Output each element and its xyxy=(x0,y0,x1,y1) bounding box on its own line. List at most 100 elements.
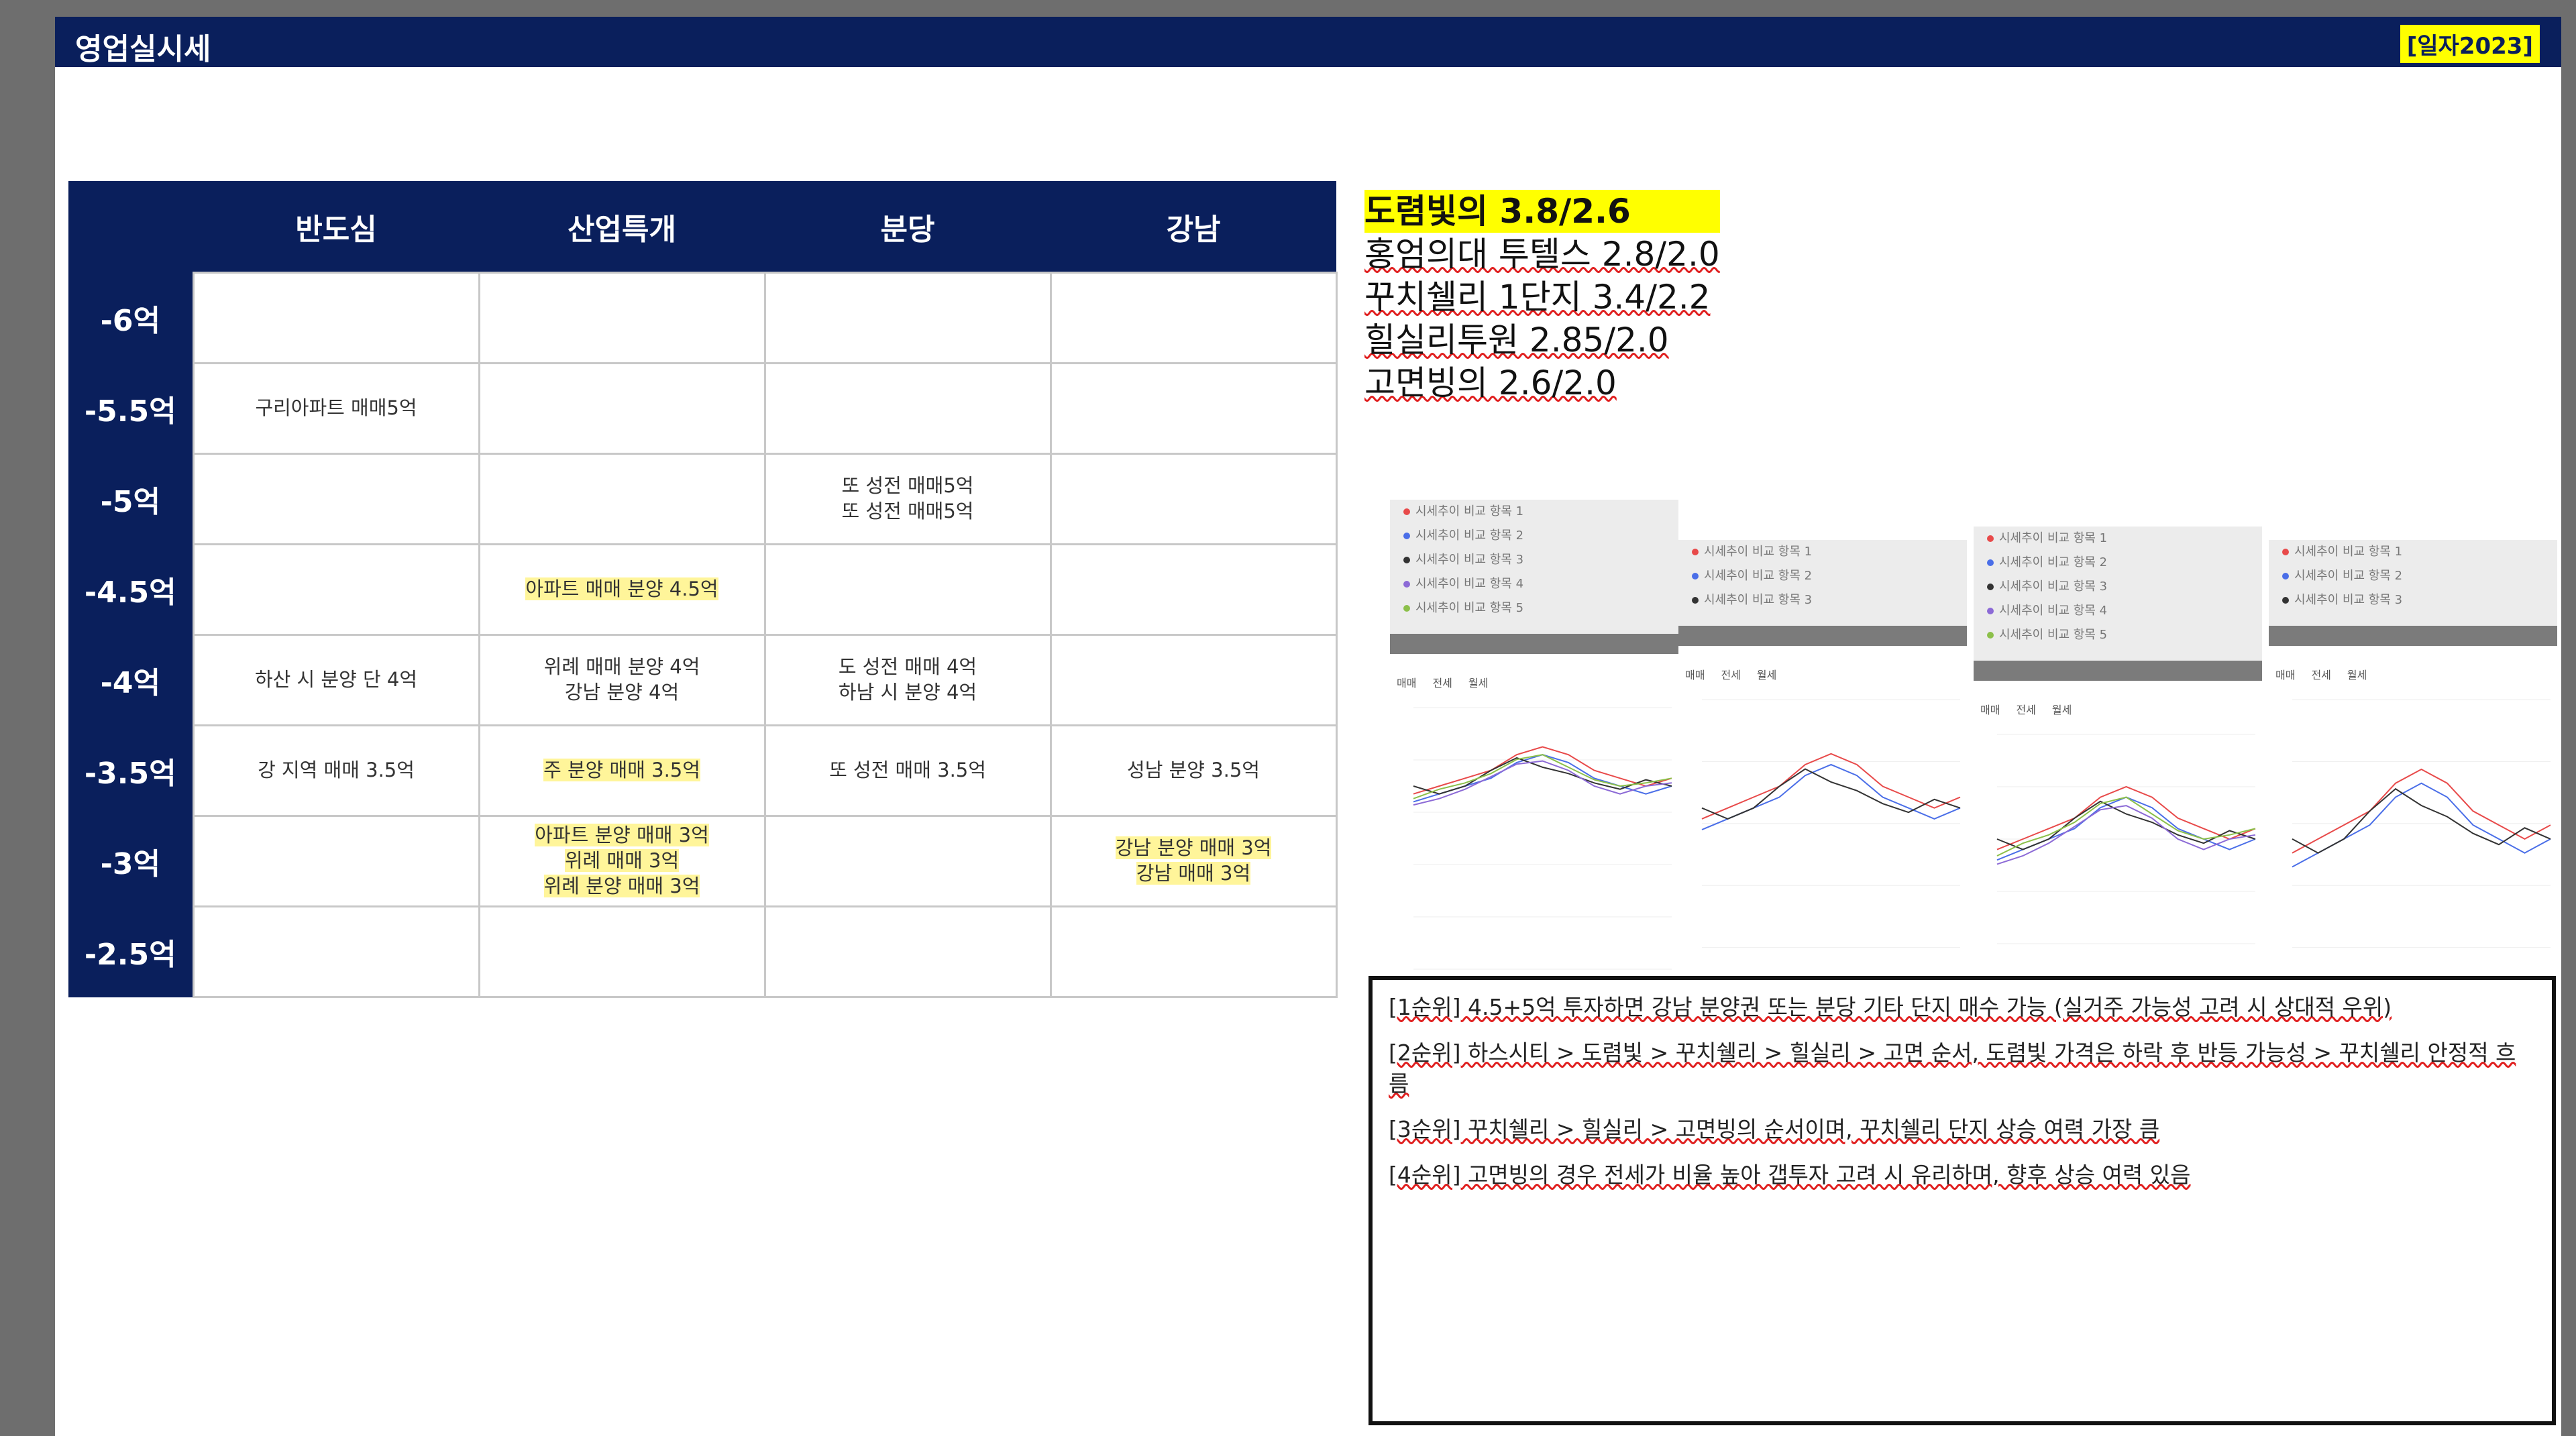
row-header: -4억 xyxy=(68,634,193,726)
legend-dot-icon xyxy=(1403,557,1410,563)
note-line: 도렴빛의 3.8/2.6 xyxy=(1364,190,1720,233)
grid-cell[interactable]: 강 지역 매매 3.5억 xyxy=(192,724,480,817)
grid-cell[interactable] xyxy=(478,272,766,364)
chart-tab[interactable]: 전세 xyxy=(1721,669,1740,681)
grid-cell[interactable] xyxy=(1049,453,1338,545)
chart-tab[interactable]: 전세 xyxy=(1432,677,1452,689)
chart-legend: 시세추이 비교 항목 1 시세추이 비교 항목 2 시세추이 비교 항목 3 시세추이… xyxy=(1390,500,1678,634)
legend-label: 시세추이 비교 항목 2 xyxy=(1704,569,1813,583)
grid-row: -3.5억 강 지역 매매 3.5억 주 분양 매매 3.5억 또 성전 매매 3.5… xyxy=(68,724,1338,817)
analysis-textbox[interactable]: [1순위] 4.5+5억 투자하면 강남 분양권 또는 분당 기타 단지 매수 … xyxy=(1368,976,2556,1425)
analysis-paragraph: [3순위] 꾸치쉘리 > 힐실리 > 고면빙의 순서이며, 꾸치쉘리 단지 상승… xyxy=(1389,1116,2160,1142)
row-header: -3억 xyxy=(68,816,193,907)
search-bar[interactable] xyxy=(1974,661,2262,681)
note-line: 고면빙의 2.6/2.0 xyxy=(1364,364,1617,402)
grid-cell[interactable]: 구리아파트 매매5억 xyxy=(192,362,480,455)
chart-tab[interactable]: 전세 xyxy=(2311,669,2330,681)
grid-cell[interactable] xyxy=(763,272,1052,364)
legend-dot-icon xyxy=(1403,508,1410,515)
series-line xyxy=(1701,763,1961,830)
chart-tab[interactable]: 전세 xyxy=(2016,704,2035,716)
grid-row: -2.5억 xyxy=(68,905,1338,998)
chart-tab[interactable]: 월세 xyxy=(2347,669,2367,681)
legend-label: 시세추이 비교 항목 2 xyxy=(1415,529,1524,543)
grid-cell[interactable] xyxy=(763,543,1052,636)
grid-cell[interactable]: 주 분양 매매 3.5억 xyxy=(478,724,766,817)
chart-panel: 시세추이 비교 항목 1 시세추이 비교 항목 2 시세추이 비교 항목 3 매매 전세… xyxy=(1678,540,1967,1036)
legend-dot-icon xyxy=(1987,608,1994,614)
series-line xyxy=(1413,754,1672,803)
grid-cell[interactable] xyxy=(1049,905,1338,998)
legend-item: 시세추이 비교 항목 2 xyxy=(1678,564,1967,588)
chart-tab[interactable]: 월세 xyxy=(1468,677,1488,689)
chart-panel: 시세추이 비교 항목 1 시세추이 비교 항목 2 시세추이 비교 항목 3 시세추이… xyxy=(1390,500,1678,996)
legend-dot-icon xyxy=(1987,584,1994,590)
series-line xyxy=(1701,768,1961,820)
legend-label: 시세추이 비교 항목 3 xyxy=(2294,593,2403,607)
chart-tab[interactable]: 매매 xyxy=(2275,669,2295,681)
grid-cell[interactable]: 또 성전 매매 3.5억 xyxy=(763,724,1052,817)
legend-item: 시세추이 비교 항목 3 xyxy=(1390,548,1678,572)
grid-cell[interactable]: 하산 시 분양 단 4억 xyxy=(192,634,480,726)
legend-label: 시세추이 비교 항목 3 xyxy=(1415,553,1524,567)
legend-item: 시세추이 비교 항목 4 xyxy=(1974,599,2262,623)
grid-cell[interactable] xyxy=(192,453,480,545)
grid-cell[interactable]: 도 성전 매매 4억 하남 시 분양 4억 xyxy=(763,634,1052,726)
chart-tab[interactable]: 월세 xyxy=(1757,669,1776,681)
grid-cell[interactable] xyxy=(192,815,480,907)
legend-label: 시세추이 비교 항목 1 xyxy=(2294,545,2403,559)
chart-tabs: 매매 전세 월세 xyxy=(1685,666,1792,682)
slide: 영업실시세 [일자2023] 반도심 산업특개 분당 강남 -6억 -5.5억 구리… xyxy=(55,17,2561,1436)
grid-cell[interactable] xyxy=(1049,543,1338,636)
grid-cell[interactable] xyxy=(478,905,766,998)
cell-text: 또 성전 매매 3.5억 xyxy=(829,759,986,782)
chart-tab[interactable]: 매매 xyxy=(1980,704,2000,716)
grid-cell[interactable]: 위례 매매 분양 4억 강남 분양 4억 xyxy=(478,634,766,726)
grid-cell[interactable] xyxy=(192,543,480,636)
grid-cell[interactable] xyxy=(478,362,766,455)
grid-cell[interactable] xyxy=(1049,634,1338,726)
grid-cell[interactable] xyxy=(192,272,480,364)
grid-cell[interactable] xyxy=(763,362,1052,455)
note-line: 힐실리투원 2.85/2.0 xyxy=(1364,321,1669,360)
search-bar[interactable] xyxy=(2269,626,2557,646)
grid-cell[interactable]: 성남 분양 3.5억 xyxy=(1049,724,1338,817)
chart-tab[interactable]: 매매 xyxy=(1397,677,1416,689)
grid-row: -4억 하산 시 분양 단 4억 위례 매매 분양 4억 강남 분양 4억 도 성전 … xyxy=(68,634,1338,726)
legend-label: 시세추이 비교 항목 1 xyxy=(1999,531,2108,545)
chart-tabs: 매매 전세 월세 xyxy=(1397,674,1504,690)
cell-text: 주 분양 매매 3.5억 xyxy=(543,759,700,782)
grid-cell[interactable]: 강남 분양 매매 3억 강남 매매 3억 xyxy=(1049,815,1338,907)
grid-cell[interactable] xyxy=(192,905,480,998)
grid-cell[interactable] xyxy=(478,453,766,545)
legend-item: 시세추이 비교 항목 4 xyxy=(1390,572,1678,596)
chart-legend: 시세추이 비교 항목 1 시세추이 비교 항목 2 시세추이 비교 항목 3 시세추이… xyxy=(1974,527,2262,661)
legend-item: 시세추이 비교 항목 5 xyxy=(1974,623,2262,647)
cell-text: 아파트 분양 매매 3억 위례 매매 3억 위례 분양 매매 3억 xyxy=(535,824,709,897)
grid-cell[interactable] xyxy=(763,815,1052,907)
row-header: -5억 xyxy=(68,453,193,545)
legend-label: 시세추이 비교 항목 3 xyxy=(1704,593,1813,607)
chart-panel: 시세추이 비교 항목 1 시세추이 비교 항목 2 시세추이 비교 항목 3 매매 전세… xyxy=(2269,540,2557,1036)
grid-cell[interactable]: 또 성전 매매5억 또 성전 매매5억 xyxy=(763,453,1052,545)
grid-cell[interactable]: 아파트 매매 분양 4.5억 xyxy=(478,543,766,636)
search-bar[interactable] xyxy=(1390,634,1678,654)
cell-text: 강 지역 매매 3.5억 xyxy=(258,759,415,782)
grid-cell[interactable] xyxy=(1049,362,1338,455)
chart-tab[interactable]: 매매 xyxy=(1685,669,1705,681)
grid-cell[interactable]: 아파트 분양 매매 3억 위례 매매 3억 위례 분양 매매 3억 xyxy=(478,815,766,907)
slide-title: 영업실시세 xyxy=(75,32,211,66)
chart-tabs: 매매 전세 월세 xyxy=(1980,701,2088,717)
legend-item: 시세추이 비교 항목 3 xyxy=(1974,575,2262,599)
search-bar[interactable] xyxy=(1678,626,1967,646)
grid-cell[interactable] xyxy=(1049,272,1338,364)
grid-cell[interactable] xyxy=(763,905,1052,998)
row-header: -3.5억 xyxy=(68,725,193,816)
legend-item: 시세추이 비교 항목 2 xyxy=(1390,524,1678,548)
row-header: -5.5억 xyxy=(68,363,193,454)
note-line: 홍엄의대 투텔스 2.8/2.0 xyxy=(1364,235,1720,274)
legend-item: 시세추이 비교 항목 5 xyxy=(1390,596,1678,620)
chart-tab[interactable]: 월세 xyxy=(2052,704,2072,716)
legend-item: 시세추이 비교 항목 1 xyxy=(1678,540,1967,564)
legend-item: 시세추이 비교 항목 1 xyxy=(1390,500,1678,524)
